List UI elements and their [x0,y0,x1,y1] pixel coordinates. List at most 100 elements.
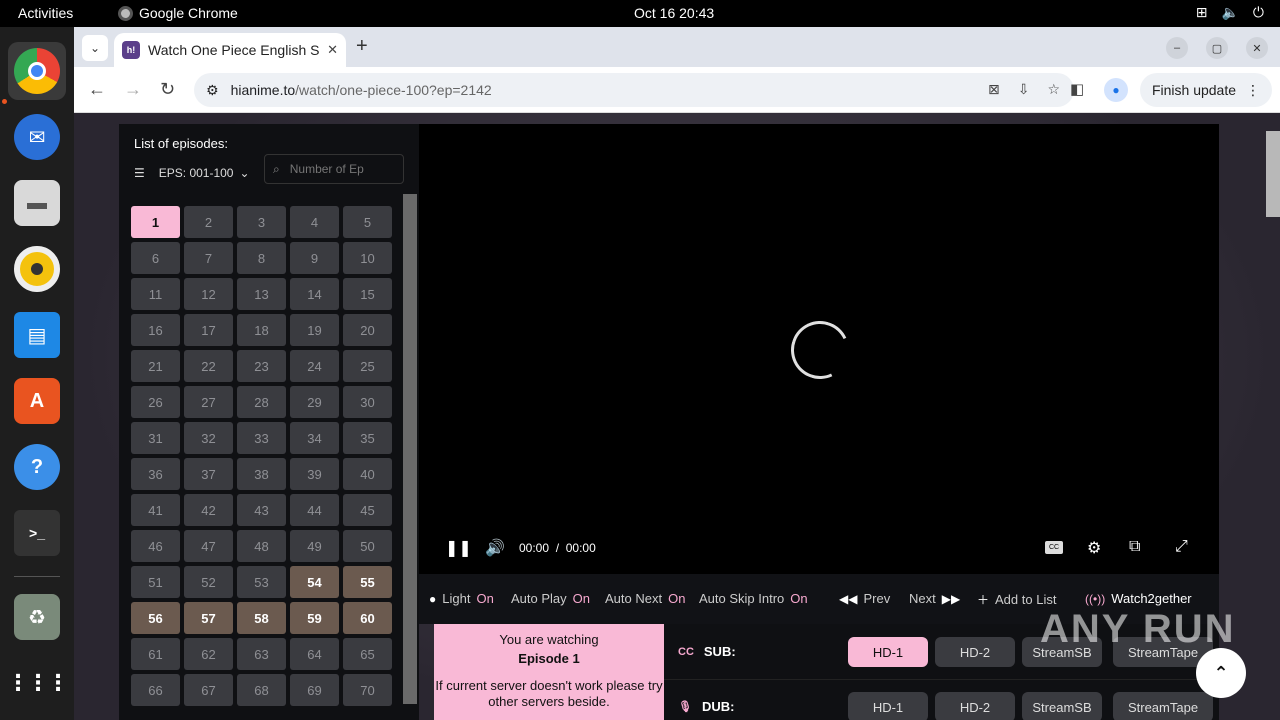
dock-chrome[interactable] [8,42,66,100]
dock-rhythmbox[interactable] [8,240,66,298]
profile-avatar-icon[interactable]: ● [1104,78,1128,102]
minimize-button[interactable]: – [1166,37,1188,59]
dub-server-hd2[interactable]: HD-2 [935,692,1015,720]
episode-button-34[interactable]: 34 [290,422,339,454]
episode-button-64[interactable]: 64 [290,638,339,670]
episode-button-22[interactable]: 22 [184,350,233,382]
finish-update-button[interactable]: Finish update ⋮ [1140,73,1272,107]
episode-button-20[interactable]: 20 [343,314,392,346]
episode-button-26[interactable]: 26 [131,386,180,418]
episode-button-67[interactable]: 67 [184,674,233,706]
dock-help[interactable]: ? [8,438,66,496]
episode-button-61[interactable]: 61 [131,638,180,670]
episode-button-5[interactable]: 5 [343,206,392,238]
install-app-icon[interactable]: ⇩ [1018,81,1030,98]
tab-search-button[interactable]: ⌄ [82,35,108,61]
episode-button-30[interactable]: 30 [343,386,392,418]
address-bar[interactable]: ⚙ hianime.to/watch/one-piece-100?ep=2142… [194,73,1074,107]
episode-button-31[interactable]: 31 [131,422,180,454]
add-to-list-button[interactable]: ＋ Add to List [977,591,1056,608]
bookmark-star-icon[interactable]: ☆ [1047,81,1060,98]
dock-show-apps[interactable]: ⋮⋮⋮ [7,654,69,712]
episode-button-52[interactable]: 52 [184,566,233,598]
dub-server-hd1[interactable]: HD-1 [848,692,928,720]
video-player[interactable]: ❚❚ 🔊 00:00 / 00:00 CC ⚙ ⧉ ⤢ [419,124,1219,574]
episode-button-60[interactable]: 60 [343,602,392,634]
episode-button-57[interactable]: 57 [184,602,233,634]
light-toggle[interactable]: ● Light On [429,591,494,606]
back-button[interactable]: ← [88,79,106,100]
episode-range-select[interactable]: ☰ EPS: 001-100 ⌄ [134,166,250,180]
episode-button-47[interactable]: 47 [184,530,233,562]
episode-button-53[interactable]: 53 [237,566,286,598]
episode-search[interactable]: ⌕ [264,154,404,184]
dub-server-streamtape[interactable]: StreamTape [1113,692,1213,720]
episode-button-9[interactable]: 9 [290,242,339,274]
episode-button-10[interactable]: 10 [343,242,392,274]
episode-button-15[interactable]: 15 [343,278,392,310]
dock-thunderbird[interactable]: ✉ [8,108,66,166]
dock-terminal[interactable]: >_ [8,504,66,562]
watch2gether-button[interactable]: ((•)) Watch2gether [1085,591,1192,606]
episode-button-54[interactable]: 54 [290,566,339,598]
episode-button-2[interactable]: 2 [184,206,233,238]
episode-button-25[interactable]: 25 [343,350,392,382]
episode-button-42[interactable]: 42 [184,494,233,526]
episode-button-51[interactable]: 51 [131,566,180,598]
episode-button-58[interactable]: 58 [237,602,286,634]
back-to-top-button[interactable]: ⌃ [1196,648,1246,698]
episode-button-46[interactable]: 46 [131,530,180,562]
fullscreen-icon[interactable]: ⤢ [1175,538,1188,556]
episode-button-24[interactable]: 24 [290,350,339,382]
tab-close-icon[interactable]: ✕ [327,42,338,58]
episode-button-27[interactable]: 27 [184,386,233,418]
episode-button-17[interactable]: 17 [184,314,233,346]
episode-button-12[interactable]: 12 [184,278,233,310]
close-window-button[interactable]: ✕ [1246,37,1268,59]
maximize-button[interactable]: ▢ [1206,37,1228,59]
page-scrollbar[interactable] [1266,131,1280,217]
new-tab-button[interactable]: + [356,35,368,58]
prev-button[interactable]: ◀◀ Prev [839,591,890,606]
system-tray[interactable]: ⊞ 🔈 ⏻ [1196,4,1264,21]
settings-gear-icon[interactable]: ⚙ [1087,538,1101,558]
reload-button[interactable]: ↻ [160,79,175,100]
episode-button-3[interactable]: 3 [237,206,286,238]
activities-button[interactable]: Activities [18,5,73,21]
cast-off-icon[interactable]: ⊠ [988,81,1000,98]
episode-button-6[interactable]: 6 [131,242,180,274]
episode-button-45[interactable]: 45 [343,494,392,526]
episode-button-18[interactable]: 18 [237,314,286,346]
episode-search-input[interactable] [289,162,390,176]
episode-button-70[interactable]: 70 [343,674,392,706]
episode-button-11[interactable]: 11 [131,278,180,310]
episode-button-14[interactable]: 14 [290,278,339,310]
episode-button-43[interactable]: 43 [237,494,286,526]
dock-writer[interactable]: ▤ [8,306,66,364]
episode-button-37[interactable]: 37 [184,458,233,490]
episode-button-16[interactable]: 16 [131,314,180,346]
episode-button-55[interactable]: 55 [343,566,392,598]
episode-button-29[interactable]: 29 [290,386,339,418]
episode-button-44[interactable]: 44 [290,494,339,526]
episode-button-65[interactable]: 65 [343,638,392,670]
pause-icon[interactable]: ❚❚ [445,538,472,558]
dock-app-center[interactable]: A [8,372,66,430]
forward-button[interactable]: → [124,79,142,100]
episode-button-62[interactable]: 62 [184,638,233,670]
sub-server-hd1[interactable]: HD-1 [848,637,928,667]
episode-button-68[interactable]: 68 [237,674,286,706]
dock-files[interactable]: ▬ [8,174,66,232]
episode-button-33[interactable]: 33 [237,422,286,454]
autonext-toggle[interactable]: Auto Next On [605,591,685,606]
episode-button-21[interactable]: 21 [131,350,180,382]
autoplay-toggle[interactable]: Auto Play On [511,591,590,606]
autoskip-toggle[interactable]: Auto Skip Intro On [699,591,808,606]
episode-button-1[interactable]: 1 [131,206,180,238]
captions-button[interactable]: CC [1045,541,1063,554]
dub-server-streamsb[interactable]: StreamSB [1022,692,1102,720]
episode-button-69[interactable]: 69 [290,674,339,706]
episode-button-41[interactable]: 41 [131,494,180,526]
app-menu[interactable]: Google Chrome [118,5,238,21]
side-panel-icon[interactable]: ◧ [1070,80,1084,98]
